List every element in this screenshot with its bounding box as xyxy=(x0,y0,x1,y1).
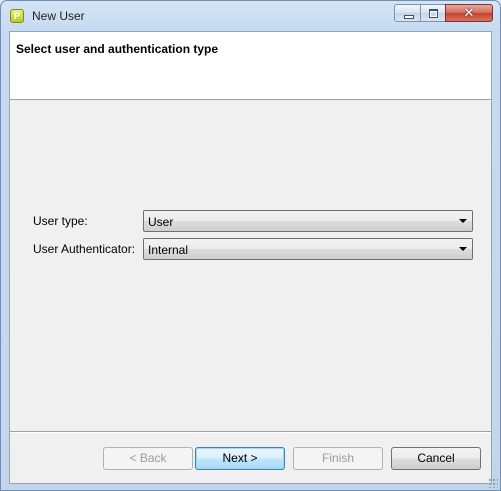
back-button[interactable]: < Back xyxy=(103,447,193,470)
cancel-button[interactable]: Cancel xyxy=(391,447,481,470)
authenticator-row: User Authenticator: Internal xyxy=(10,238,491,260)
resize-grip-icon[interactable] xyxy=(488,478,498,488)
user-type-select[interactable]: User xyxy=(143,210,473,232)
minimize-icon xyxy=(404,15,414,19)
title-bar[interactable]: P New User ✕ xyxy=(1,1,500,32)
finish-button[interactable]: Finish xyxy=(293,447,383,470)
minimize-button[interactable] xyxy=(394,4,421,22)
footer-divider xyxy=(10,431,491,433)
authenticator-select[interactable]: Internal xyxy=(143,238,473,260)
next-button[interactable]: Next > xyxy=(195,447,285,470)
user-type-label: User type: xyxy=(33,214,88,228)
app-logo-icon: P xyxy=(10,9,24,23)
authenticator-label: User Authenticator: xyxy=(33,242,136,256)
chevron-down-icon xyxy=(459,247,467,251)
user-type-value: User xyxy=(148,215,174,229)
authenticator-value: Internal xyxy=(148,243,189,257)
window-title: New User xyxy=(32,9,85,23)
dialog-content: Select user and authentication type User… xyxy=(9,31,492,484)
user-type-row: User type: User xyxy=(10,210,491,232)
close-icon: ✕ xyxy=(463,5,475,20)
maximize-button[interactable] xyxy=(420,4,446,22)
new-user-dialog: P New User ✕ Select user and authenticat… xyxy=(0,0,501,491)
close-button[interactable]: ✕ xyxy=(445,4,493,22)
maximize-icon xyxy=(429,9,438,18)
chevron-down-icon xyxy=(459,219,467,223)
page-title: Select user and authentication type xyxy=(16,42,219,56)
wizard-banner: Select user and authentication type xyxy=(10,32,491,100)
